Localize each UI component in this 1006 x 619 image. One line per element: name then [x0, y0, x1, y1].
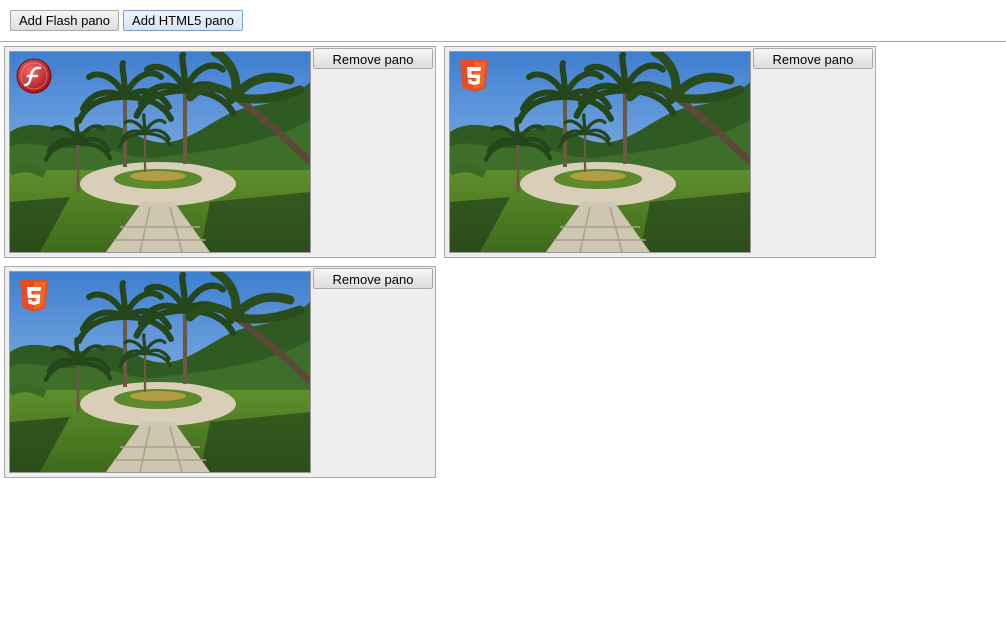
- pano-card-html5: Remove pano: [4, 266, 436, 478]
- html5-icon: [460, 60, 488, 92]
- pano-card-flash: Remove pano: [4, 46, 436, 258]
- add-flash-pano-button[interactable]: Add Flash pano: [10, 10, 119, 31]
- panorama-image: [10, 272, 310, 472]
- pano-viewer[interactable]: [9, 51, 311, 253]
- panorama-image: [450, 52, 750, 252]
- remove-pano-button[interactable]: Remove pano: [753, 48, 873, 69]
- pano-card-html5: Remove pano: [444, 46, 876, 258]
- html5-icon: [20, 280, 48, 312]
- pano-viewer[interactable]: [9, 271, 311, 473]
- remove-pano-button[interactable]: Remove pano: [313, 48, 433, 69]
- flash-player-icon: [16, 58, 52, 94]
- toolbar-divider: [0, 41, 1006, 42]
- panorama-image: [10, 52, 310, 252]
- pano-viewer[interactable]: [449, 51, 751, 253]
- remove-pano-button[interactable]: Remove pano: [313, 268, 433, 289]
- add-html5-pano-button[interactable]: Add HTML5 pano: [123, 10, 243, 31]
